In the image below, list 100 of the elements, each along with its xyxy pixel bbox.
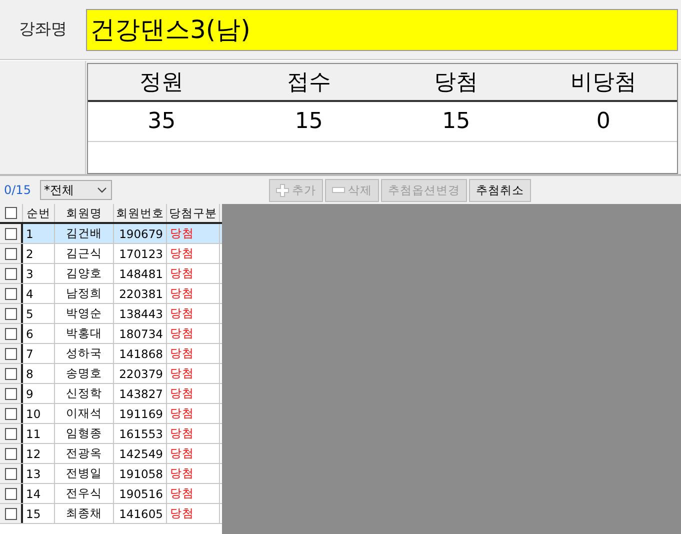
table-row[interactable]: 4 남정희 220381 당첨 (0, 284, 222, 304)
table-cell: 당첨 (167, 364, 220, 383)
plus-icon (276, 184, 289, 196)
table-cell: 김근식 (55, 244, 114, 263)
table-cell-text: 35 (146, 108, 177, 136)
count-label: 0/15 (3, 183, 32, 197)
table-cell: 143827 (114, 384, 167, 403)
table-cell: 당첨 (167, 264, 220, 283)
table-cell: 전우식 (55, 484, 114, 503)
table-row[interactable]: 2 김근식 170123 당첨 (0, 244, 222, 264)
table-cell: 당첨 (167, 324, 220, 343)
table-cell: 2 (23, 244, 55, 263)
column-header[interactable]: 당첨구분 (167, 204, 220, 222)
checkbox[interactable] (4, 228, 16, 240)
course-name-field[interactable]: 건강댄스3(남) (86, 8, 678, 50)
checkbox[interactable] (4, 248, 16, 260)
table-cell: 14 (23, 484, 55, 503)
table-cell: 5 (23, 304, 55, 323)
table-cell: 송명호 (55, 364, 114, 383)
checkbox[interactable] (4, 388, 16, 400)
table-cell: 신정학 (55, 384, 114, 403)
checkbox[interactable] (4, 428, 16, 440)
checkbox[interactable] (4, 308, 16, 320)
table-cell: 161553 (114, 424, 167, 443)
table-cell: 3 (23, 264, 55, 283)
column-header: 접수 (286, 69, 332, 97)
column-header[interactable]: 순번 (23, 204, 55, 222)
table-cell: 임형종 (55, 424, 114, 443)
table-cell: 당첨 (167, 464, 220, 483)
filter-dropdown[interactable]: *전체 (40, 180, 112, 200)
table-row[interactable]: 13 전병일 191058 당첨 (0, 464, 222, 484)
table-cell: 7 (23, 344, 55, 363)
table-cell: 당첨 (167, 384, 220, 403)
table-cell: 당첨 (167, 224, 220, 243)
table-cell: 당첨 (167, 244, 220, 263)
table-cell: 4 (23, 284, 55, 303)
table-cell: 남정희 (55, 284, 114, 303)
checkbox[interactable] (4, 468, 16, 480)
table-row[interactable]: 7 성하국 141868 당첨 (0, 344, 222, 364)
table-cell: 141868 (114, 344, 167, 363)
column-header[interactable]: 회원번호 (114, 204, 167, 222)
minus-icon (332, 187, 345, 193)
table-cell: 11 (23, 424, 55, 443)
table-cell: 당첨 (167, 404, 220, 423)
checkbox[interactable] (4, 288, 16, 300)
course-label: 강좌명 (18, 19, 68, 40)
table-cell: 190679 (114, 224, 167, 243)
table-cell: 최종채 (55, 504, 114, 523)
table-cell: 당첨 (167, 504, 220, 523)
table-cell: 170123 (114, 244, 167, 263)
checkbox[interactable] (4, 348, 16, 360)
table-cell-text: 0 (595, 108, 612, 136)
column-header: 비당첨 (569, 69, 638, 97)
toolbar-button[interactable]: 추첨취소 (469, 178, 531, 202)
table-cell: 당첨 (167, 344, 220, 363)
checkbox[interactable] (4, 508, 16, 520)
table-row[interactable]: 5 박영순 138443 당첨 (0, 304, 222, 324)
checkbox[interactable] (4, 268, 16, 280)
chevron-down-icon (97, 187, 107, 193)
table-row[interactable]: 14 전우식 190516 당첨 (0, 484, 222, 504)
table-row[interactable]: 3 김양호 148481 당첨 (0, 264, 222, 284)
table-row[interactable]: 6 박홍대 180734 당첨 (0, 324, 222, 344)
checkbox[interactable] (4, 328, 16, 340)
table-cell: 이재석 (55, 404, 114, 423)
table-cell: 191169 (114, 404, 167, 423)
table-cell: 6 (23, 324, 55, 343)
checkbox[interactable] (4, 368, 16, 380)
table-cell: 8 (23, 364, 55, 383)
table-cell: 142549 (114, 444, 167, 463)
table-cell: 15 (23, 504, 55, 523)
table-cell: 당첨 (167, 284, 220, 303)
table-row[interactable]: 10 이재석 191169 당첨 (0, 404, 222, 424)
table-cell: 전병일 (55, 464, 114, 483)
table-cell: 김양호 (55, 264, 114, 283)
table-cell: 전광옥 (55, 444, 114, 463)
column-header: 당첨 (433, 69, 480, 97)
table-cell: 9 (23, 384, 55, 403)
table-row[interactable]: 12 전광옥 142549 당첨 (0, 444, 222, 464)
checkbox[interactable] (5, 207, 17, 219)
table-row[interactable]: 9 신정학 143827 당첨 (0, 384, 222, 404)
table-cell: 138443 (114, 304, 167, 323)
table-cell: 박영순 (55, 304, 114, 323)
table-row[interactable]: 15 최종채 141605 당첨 (0, 504, 222, 524)
table-cell: 10 (23, 404, 55, 423)
table-cell: 김건배 (55, 224, 114, 243)
checkbox[interactable] (4, 408, 16, 420)
checkbox[interactable] (4, 488, 16, 500)
table-cell: 180734 (114, 324, 167, 343)
table-cell: 148481 (114, 264, 167, 283)
column-header: 정원 (138, 69, 185, 97)
table-cell: 13 (23, 464, 55, 483)
table-row[interactable]: 8 송명호 220379 당첨 (0, 364, 222, 384)
table-cell: 당첨 (167, 304, 220, 323)
checkbox[interactable] (4, 448, 16, 460)
table-cell: 12 (23, 444, 55, 463)
table-row[interactable]: 11 임형종 161553 당첨 (0, 424, 222, 444)
table-row[interactable]: 1 김건배 190679 당첨 (0, 224, 222, 244)
table-cell: 141605 (114, 504, 167, 523)
column-header[interactable]: 회원명 (55, 204, 114, 222)
table-cell: 당첨 (167, 444, 220, 463)
